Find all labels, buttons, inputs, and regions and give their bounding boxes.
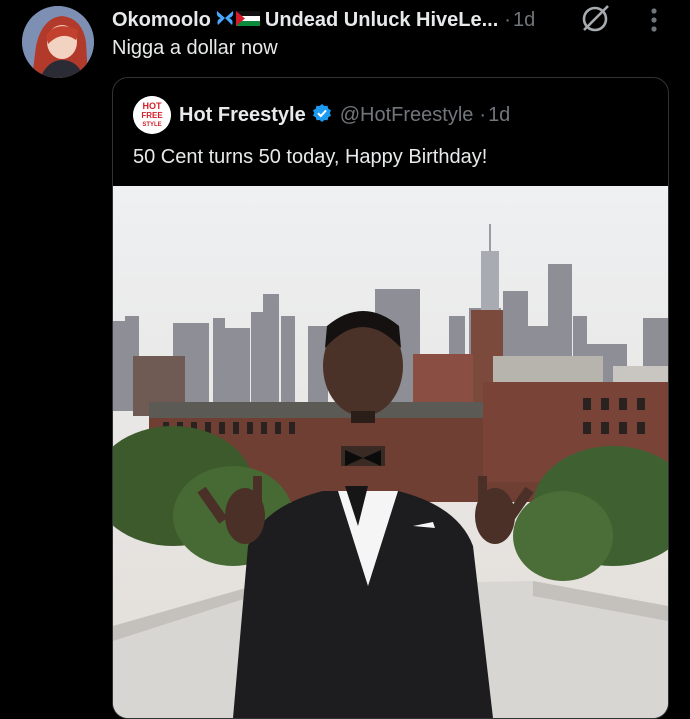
post-time[interactable]: 1d (513, 9, 535, 32)
quoted-post-time[interactable]: 1d (488, 104, 510, 127)
hot-freestyle-logo[interactable]: HOT FREE STYLE (133, 96, 171, 134)
quoted-post-header: HOT FREE STYLE Hot Freestyle @HotFreesty… (133, 96, 510, 134)
author-handle[interactable]: Undead Unluck HiveLe... (265, 9, 498, 32)
more-vertical-icon[interactable] (650, 8, 658, 39)
avatar-image (22, 6, 94, 78)
grok-icon[interactable] (578, 2, 612, 41)
quoted-post-text: 50 Cent turns 50 today, Happy Birthday! (133, 146, 488, 168)
quoted-post[interactable]: HOT FREE STYLE Hot Freestyle @HotFreesty… (112, 77, 669, 719)
post-header: Okomoolo Undead Unluck HiveLe... · 1d (112, 6, 535, 34)
logo-word-style: STYLE (142, 122, 161, 128)
butterfly-palestine-flag-icon (215, 8, 261, 33)
logo-word-free: FREE (141, 111, 163, 120)
author-name[interactable]: Okomoolo (112, 9, 211, 32)
verified-badge-icon (312, 103, 332, 128)
quoted-separator-dot: · (479, 103, 487, 126)
logo-word-hot: HOT (143, 101, 163, 111)
separator-dot: · (504, 8, 511, 31)
quoted-author-handle[interactable]: @HotFreestyle (340, 104, 474, 127)
quoted-post-photo[interactable] (113, 186, 668, 718)
avatar[interactable] (22, 6, 94, 78)
post-text: Nigga a dollar now (112, 37, 278, 59)
quoted-author-name[interactable]: Hot Freestyle (179, 104, 306, 127)
